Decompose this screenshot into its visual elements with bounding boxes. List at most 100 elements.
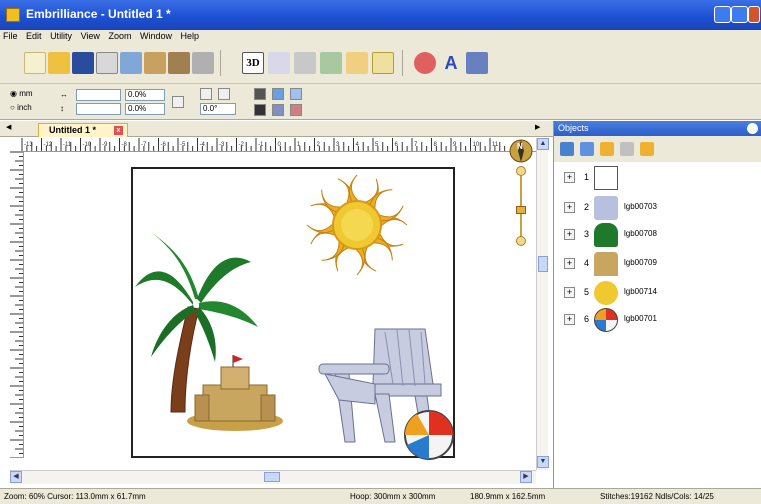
lock-icon[interactable]: [640, 142, 654, 156]
object-item-2[interactable]: + 2 lgb00703: [564, 196, 754, 220]
ungroup-icon[interactable]: [620, 142, 634, 156]
move-icon[interactable]: [320, 52, 342, 74]
monogram-icon[interactable]: [466, 52, 488, 74]
menu-edit[interactable]: Edit: [23, 30, 45, 42]
menu-utility[interactable]: Utility: [47, 30, 75, 42]
height-field[interactable]: [76, 103, 121, 115]
edit-tool-icon[interactable]: [294, 52, 316, 74]
expand-icon[interactable]: +: [564, 229, 575, 240]
horizontal-scroll-thumb[interactable]: [264, 472, 280, 482]
object-name: lgb00708: [624, 229, 657, 238]
select-icon[interactable]: [346, 52, 368, 74]
collapse-all-icon[interactable]: [580, 142, 594, 156]
copy-icon[interactable]: [120, 52, 142, 74]
expand-icon[interactable]: +: [564, 202, 575, 213]
property-toolbar: ◉ mm ○ inch ↔ ↕ 0.0% 0.0% 0.0°: [0, 84, 761, 120]
zoom-in-icon[interactable]: [516, 166, 526, 176]
ruler-label: -10: [82, 142, 92, 148]
scroll-down-icon[interactable]: ▼: [537, 456, 549, 468]
object-item-5[interactable]: + 5 lgb00714: [564, 281, 754, 305]
object-number: 5: [584, 287, 590, 297]
distribute-icon[interactable]: [272, 104, 284, 116]
rotate-right-icon[interactable]: [218, 88, 230, 100]
scroll-left-icon[interactable]: ◀: [10, 471, 22, 483]
zoom-icon[interactable]: [268, 52, 290, 74]
object-item-1[interactable]: + 1: [564, 166, 754, 190]
menu-zoom[interactable]: Zoom: [105, 30, 134, 42]
hoop-icon[interactable]: [372, 52, 394, 74]
ruler-label: 8: [433, 142, 437, 148]
scale-height-field[interactable]: 0.0%: [125, 103, 165, 115]
tab-untitled-1[interactable]: Untitled 1 * x: [38, 123, 128, 137]
text-tool-button[interactable]: A: [440, 52, 462, 74]
expand-icon[interactable]: +: [564, 172, 575, 183]
width-field[interactable]: [76, 89, 121, 101]
save-icon[interactable]: [72, 52, 94, 74]
maximize-button[interactable]: [731, 6, 748, 23]
expand-icon[interactable]: +: [564, 258, 575, 269]
beach-chair-thumbnail: [594, 196, 618, 220]
status-stitches: Stitches:19162 Ndls/Cols: 14/25: [600, 492, 714, 501]
vertical-scrollbar[interactable]: ▲ ▼: [536, 138, 549, 470]
scroll-up-icon[interactable]: ▲: [537, 138, 549, 150]
rotate-left-icon[interactable]: [200, 88, 212, 100]
minimize-button[interactable]: [714, 6, 731, 23]
menu-file[interactable]: File: [0, 30, 21, 42]
print-icon[interactable]: [96, 52, 118, 74]
object-item-4[interactable]: + 4 lgb00709: [564, 252, 754, 276]
expand-icon[interactable]: +: [564, 287, 575, 298]
unit-mm-label: mm: [19, 89, 33, 98]
paste-icon[interactable]: [144, 52, 166, 74]
vertical-scroll-thumb[interactable]: [538, 256, 548, 272]
scale-width-field[interactable]: 0.0%: [125, 89, 165, 101]
zoom-slider[interactable]: [516, 166, 526, 246]
panel-pin-icon[interactable]: [747, 123, 758, 134]
width-icon: ↔: [60, 90, 68, 99]
zoom-out-icon[interactable]: [516, 236, 526, 246]
unit-inch-radio[interactable]: ○ inch: [10, 103, 32, 112]
new-file-icon[interactable]: [24, 52, 46, 74]
open-folder-icon[interactable]: [48, 52, 70, 74]
rotation-field[interactable]: 0.0°: [200, 103, 236, 115]
align-top-icon[interactable]: [254, 88, 266, 100]
mirror-icon[interactable]: [168, 52, 190, 74]
ruler-label: 10: [472, 142, 480, 148]
ruler-label: -11: [63, 142, 72, 148]
tab-scroll-left-icon[interactable]: ◀: [6, 123, 11, 131]
zoom-slider-thumb[interactable]: [516, 206, 526, 214]
object-item-3[interactable]: + 3 lgb00708: [564, 223, 754, 247]
group-icon[interactable]: [290, 104, 302, 116]
center-icon[interactable]: [272, 88, 284, 100]
unit-inch-label: inch: [17, 103, 32, 112]
beach-ball-design[interactable]: [403, 409, 455, 461]
object-number: 6: [584, 314, 590, 324]
beach-ball-thumbnail: [594, 308, 618, 332]
sun-design[interactable]: [303, 171, 411, 279]
unit-mm-radio[interactable]: ◉ mm: [10, 89, 33, 98]
hoop-area[interactable]: [131, 167, 455, 461]
lock-proportion-icon[interactable]: [172, 96, 184, 108]
group-objects-icon[interactable]: [600, 142, 614, 156]
menu-help[interactable]: Help: [178, 30, 203, 42]
object-name: lgb00701: [624, 314, 657, 323]
stitch-icon[interactable]: [414, 52, 436, 74]
view-3d-button[interactable]: 3D: [242, 52, 264, 74]
grid-icon[interactable]: [290, 88, 302, 100]
objects-toolbar: [554, 136, 761, 162]
close-button[interactable]: [748, 6, 760, 23]
tab-close-icon[interactable]: x: [114, 126, 123, 135]
expand-icon[interactable]: +: [564, 314, 575, 325]
expand-all-icon[interactable]: [560, 142, 574, 156]
status-zoom-cursor: Zoom: 60% Cursor: 113.0mm x 61.7mm: [4, 492, 146, 501]
scroll-right-icon[interactable]: ▶: [520, 471, 532, 483]
horizontal-scrollbar[interactable]: ◀ ▶: [10, 470, 536, 484]
rotate-icon[interactable]: [192, 52, 214, 74]
align-left-icon[interactable]: [254, 104, 266, 116]
ruler-label: -4: [199, 142, 205, 148]
object-item-6[interactable]: + 6 lgb00701: [564, 308, 754, 332]
menu-window[interactable]: Window: [137, 30, 175, 42]
tab-scroll-right-icon[interactable]: ▶: [535, 123, 540, 131]
sand-castle-design[interactable]: [185, 355, 285, 435]
menu-view[interactable]: View: [78, 30, 103, 42]
compass-icon[interactable]: N: [508, 138, 534, 164]
